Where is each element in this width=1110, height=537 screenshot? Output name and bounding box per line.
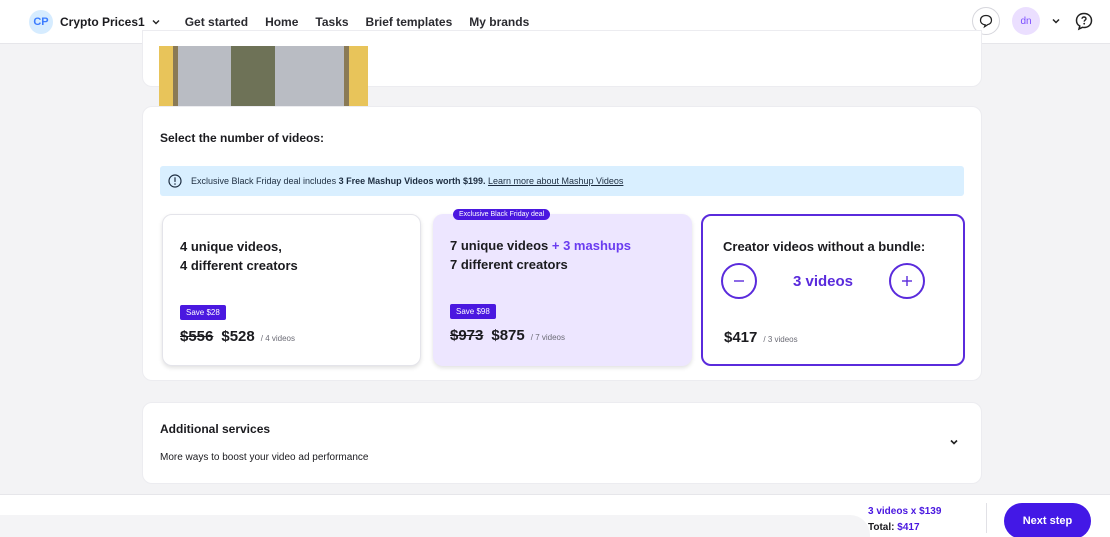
footer-bar: 3 videos x $139 Total: $417 Next step <box>0 494 1110 537</box>
price-unit: / 7 videos <box>530 333 565 342</box>
services-title: Additional services <box>160 422 271 436</box>
option-line2: 4 different creators <box>180 258 298 273</box>
total-value: $417 <box>897 522 920 533</box>
increase-button[interactable] <box>889 263 925 299</box>
price: $528 <box>221 328 255 345</box>
brand-name: Crypto Prices1 <box>60 14 145 29</box>
deal-info-banner: Exclusive Black Friday deal includes 3 F… <box>160 166 964 196</box>
top-right-controls: dn <box>972 7 1094 35</box>
price: $875 <box>491 327 525 344</box>
option-title: 4 unique videos, 4 different creators <box>180 237 298 275</box>
section-title: Select the number of videos: <box>160 131 325 145</box>
price: $417 <box>724 329 758 346</box>
summary-line: 3 videos x $139 <box>868 506 942 517</box>
nav-get-started[interactable]: Get started <box>185 15 248 29</box>
price-row: $556 $528 / 4 videos <box>180 328 295 345</box>
brand-switcher[interactable]: CP Crypto Prices1 <box>29 9 161 34</box>
additional-services-card[interactable]: Additional services More ways to boost y… <box>142 402 982 484</box>
old-price: $556 <box>180 328 214 345</box>
plus-icon <box>902 276 912 286</box>
user-menu-chevron-icon[interactable] <box>1050 15 1062 27</box>
mashups-accent: + 3 mashups <box>551 238 631 253</box>
nav-home[interactable]: Home <box>265 15 298 29</box>
video-count: 3 videos <box>792 272 854 290</box>
price-unit: / 3 videos <box>763 335 798 344</box>
services-subtitle: More ways to boost your video ad perform… <box>160 452 369 463</box>
total-label: Total: <box>868 522 898 533</box>
option-line1: 7 unique videos + 3 mashups <box>450 236 631 255</box>
user-avatar[interactable]: dn <box>1012 7 1040 35</box>
expand-chevron-icon[interactable] <box>947 435 961 449</box>
footer-shade <box>0 515 870 537</box>
brief-preview-card <box>142 30 982 118</box>
chevron-down-icon <box>152 19 160 24</box>
save-badge: Save $98 <box>450 304 496 319</box>
nav-brief-templates[interactable]: Brief templates <box>366 15 453 29</box>
help-icon[interactable] <box>1074 11 1094 31</box>
video-count-card: Select the number of videos: Exclusive B… <box>142 106 982 381</box>
main-nav: Get started Home Tasks Brief templates M… <box>185 15 547 29</box>
nav-my-brands[interactable]: My brands <box>469 15 529 29</box>
footer-divider <box>986 503 987 533</box>
banner-text: Exclusive Black Friday deal includes 3 F… <box>191 176 623 186</box>
learn-more-link[interactable]: Learn more about Mashup Videos <box>488 176 623 186</box>
bundle-option-7-videos[interactable]: Exclusive Black Friday deal 7 unique vid… <box>433 209 692 366</box>
bundle-option-4-videos[interactable]: 4 unique videos, 4 different creators Sa… <box>162 214 421 366</box>
decrease-button[interactable] <box>721 263 757 299</box>
price-unit: / 4 videos <box>260 334 295 343</box>
minus-icon <box>734 280 744 282</box>
chat-bubble-icon <box>979 14 993 29</box>
nav-tasks[interactable]: Tasks <box>315 15 348 29</box>
option-title: 7 unique videos + 3 mashups 7 different … <box>450 236 631 274</box>
custom-video-count-option[interactable]: Creator videos without a bundle: 3 video… <box>701 214 965 366</box>
save-badge: Save $28 <box>180 305 226 320</box>
summary-total: Total: $417 <box>868 520 941 536</box>
option-title: Creator videos without a bundle: <box>723 239 926 254</box>
info-icon <box>168 174 182 188</box>
price-row: $973 $875 / 7 videos <box>450 327 565 344</box>
brand-avatar: CP <box>29 9 53 34</box>
video-quantity-stepper: 3 videos <box>721 263 925 299</box>
banner-bold: 3 Free Mashup Videos worth $199. <box>338 176 486 186</box>
order-summary: 3 videos x $139 Total: $417 <box>868 504 941 536</box>
next-step-button[interactable]: Next step <box>1004 503 1091 537</box>
option-line1-text: 7 unique videos <box>450 238 549 253</box>
black-friday-tag: Exclusive Black Friday deal <box>453 209 551 220</box>
banner-prefix: Exclusive Black Friday deal includes <box>191 176 339 186</box>
option-line1: 4 unique videos, <box>180 239 282 254</box>
option-line2: 7 different creators <box>450 257 568 272</box>
old-price: $973 <box>450 327 484 344</box>
price-row: $417 / 3 videos <box>724 329 798 346</box>
